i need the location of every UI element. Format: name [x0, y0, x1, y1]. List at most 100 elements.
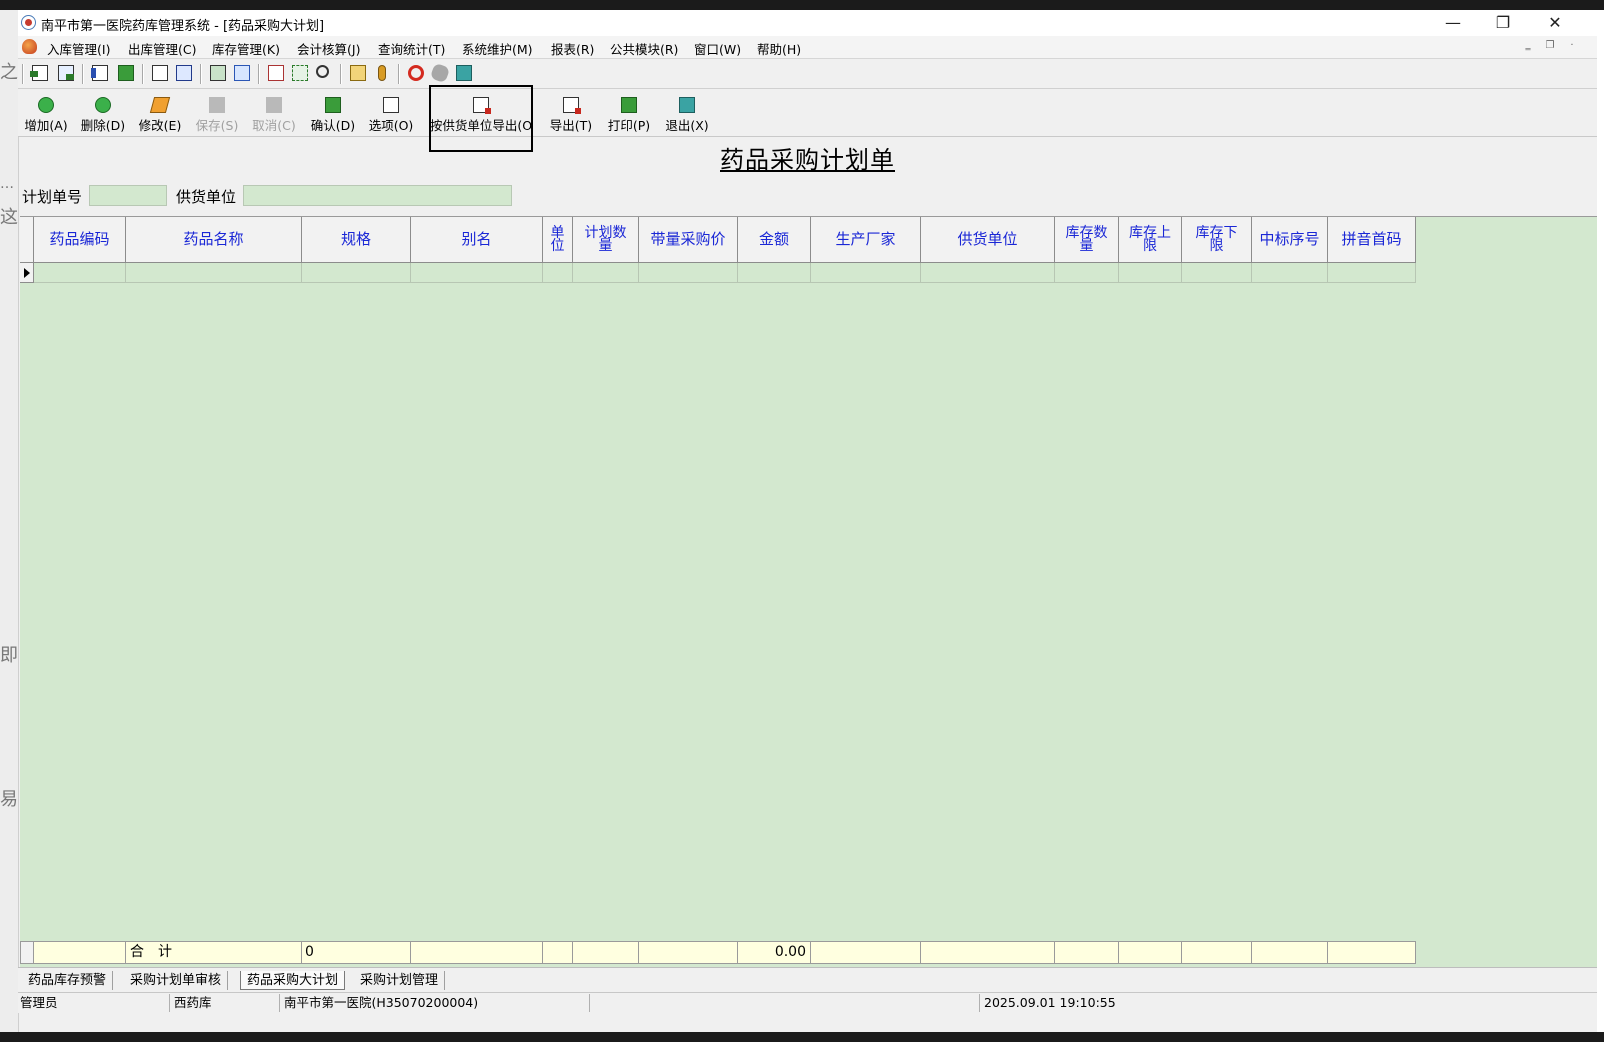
total-cell: [573, 941, 639, 964]
menu-bar: 入库管理(I) 出库管理(C) 库存管理(K) 会计核算(J) 查询统计(T) …: [18, 36, 1597, 59]
row-indicator[interactable]: [20, 263, 34, 283]
tab-plan-review[interactable]: 采购计划单审核: [124, 971, 229, 990]
menu-system[interactable]: 系统维护(M): [462, 39, 533, 58]
checkmail-icon[interactable]: [118, 65, 134, 81]
table-cell[interactable]: [811, 263, 921, 283]
column-header-pinyin[interactable]: 拼音首码: [1328, 217, 1416, 263]
doc-arrow-icon[interactable]: [58, 65, 74, 81]
menu-inventory[interactable]: 库存管理(K): [212, 39, 280, 58]
background-text-fragment: 这: [0, 207, 18, 228]
table-cell[interactable]: [1182, 263, 1252, 283]
thermometer-icon[interactable]: [378, 65, 386, 81]
action-toolbar: 增加(A) 删除(D) 修改(E) 保存(S) 取消(C) 确认(D) 选项(O…: [18, 89, 1597, 137]
stop-icon[interactable]: [408, 65, 424, 81]
total-cell: [639, 941, 738, 964]
total-row: 合 计 0 0.00: [20, 941, 1416, 964]
column-header-drug-code[interactable]: 药品编码: [34, 217, 126, 263]
table-cell[interactable]: [639, 263, 738, 283]
purchase-plan-grid[interactable]: 药品编码 药品名称 规格 别名 单位 计划数量 带量采购价 金额 生产厂家 供货…: [20, 216, 1597, 967]
menu-window[interactable]: 窗口(W): [694, 39, 741, 58]
exit-button[interactable]: 退出(X): [660, 95, 714, 133]
table-cell[interactable]: [411, 263, 543, 283]
restore-button[interactable]: ❐: [1481, 12, 1525, 34]
minimize-button[interactable]: —: [1431, 12, 1475, 34]
cancel-button[interactable]: 取消(C): [248, 95, 300, 133]
tab-procurement-master-plan[interactable]: 药品采购大计划: [240, 971, 346, 990]
column-header-amount[interactable]: 金额: [738, 217, 811, 263]
column-header-manufacturer[interactable]: 生产厂家: [811, 217, 921, 263]
table-cell[interactable]: [1328, 263, 1416, 283]
eraser-icon[interactable]: [429, 62, 451, 84]
column-header-stock-qty[interactable]: 库存数量: [1055, 217, 1119, 263]
column-header-spec[interactable]: 规格: [302, 217, 411, 263]
quick-toolbar: [18, 59, 1597, 89]
table-cell[interactable]: [34, 263, 126, 283]
close-button[interactable]: ✕: [1533, 12, 1577, 34]
tree-icon[interactable]: [292, 65, 308, 81]
menu-reports[interactable]: 报表(R): [551, 39, 594, 58]
total-cell: [1055, 941, 1119, 964]
status-bar: 管理员 西药库 南平市第一医院(H35070200004) 2025.09.01…: [18, 992, 1597, 1013]
table-cell[interactable]: [738, 263, 811, 283]
status-hospital: 南平市第一医院(H35070200004): [282, 994, 590, 1012]
picture-icon[interactable]: [210, 65, 226, 81]
column-header-plan-qty[interactable]: 计划数量: [573, 217, 639, 263]
tab-stock-warning[interactable]: 药品库存预警: [22, 971, 114, 990]
confirm-button[interactable]: 确认(D): [306, 95, 360, 133]
table-cell[interactable]: [543, 263, 573, 283]
table-cell[interactable]: [302, 263, 411, 283]
column-header-bulk-price[interactable]: 带量采购价: [639, 217, 738, 263]
calendar-icon[interactable]: [268, 65, 284, 81]
plan-no-input[interactable]: [89, 185, 167, 206]
app-logo-icon: [21, 15, 36, 30]
column-header-stock-min[interactable]: 库存下限: [1182, 217, 1252, 263]
save-button[interactable]: 保存(S): [191, 95, 243, 133]
column-header-stock-max[interactable]: 库存上限: [1119, 217, 1182, 263]
menu-help[interactable]: 帮助(H): [757, 39, 801, 58]
total-quantity: 0: [302, 941, 411, 964]
table-cell[interactable]: [921, 263, 1055, 283]
delete-button[interactable]: 删除(D): [77, 95, 129, 133]
supplier-input[interactable]: [243, 185, 512, 206]
background-text-fragment: 之: [0, 62, 18, 83]
table-cell[interactable]: [1119, 263, 1182, 283]
column-header-bid-no[interactable]: 中标序号: [1252, 217, 1328, 263]
import-icon[interactable]: [30, 65, 48, 81]
mdi-close-button[interactable]: ·: [1566, 40, 1578, 52]
folder-icon[interactable]: [350, 65, 366, 81]
card-icon[interactable]: [176, 65, 192, 81]
clipboard-icon[interactable]: [152, 65, 168, 81]
menu-inbound[interactable]: 入库管理(I): [47, 39, 110, 58]
export-icon: [563, 97, 581, 114]
table-cell[interactable]: [1055, 263, 1119, 283]
column-header-drug-name[interactable]: 药品名称: [126, 217, 302, 263]
options-button[interactable]: 选项(O): [364, 95, 418, 133]
column-header-unit[interactable]: 单位: [543, 217, 573, 263]
menu-common-modules[interactable]: 公共模块(R): [610, 39, 678, 58]
table-icon[interactable]: [234, 65, 250, 81]
search-icon[interactable]: [316, 65, 329, 78]
screen-bottom-edge: [0, 1032, 1604, 1042]
child-window-icon[interactable]: [22, 39, 37, 54]
menu-accounting[interactable]: 会计核算(J): [297, 39, 360, 58]
print-button[interactable]: 打印(P): [602, 95, 656, 133]
total-cell: [543, 941, 573, 964]
background-window-strip: 之 … 这 即 易: [0, 10, 19, 1032]
print-icon: [621, 97, 637, 113]
close-box-icon[interactable]: [456, 65, 472, 81]
edit-button[interactable]: 修改(E): [134, 95, 186, 133]
background-text-fragment: 易: [0, 789, 18, 810]
table-cell[interactable]: [1252, 263, 1328, 283]
mdi-restore-button[interactable]: ❐: [1544, 40, 1556, 52]
column-header-alias[interactable]: 别名: [411, 217, 543, 263]
menu-outbound[interactable]: 出库管理(C): [128, 39, 196, 58]
mdi-minimize-button[interactable]: ‗: [1522, 40, 1534, 52]
table-cell[interactable]: [126, 263, 302, 283]
export-button[interactable]: 导出(T): [544, 95, 598, 133]
add-button[interactable]: 增加(A): [20, 95, 72, 133]
tab-plan-management[interactable]: 采购计划管理: [354, 971, 446, 990]
menu-query-stats[interactable]: 查询统计(T): [378, 39, 445, 58]
document-icon[interactable]: [91, 65, 108, 81]
column-header-supplier[interactable]: 供货单位: [921, 217, 1055, 263]
table-cell[interactable]: [573, 263, 639, 283]
